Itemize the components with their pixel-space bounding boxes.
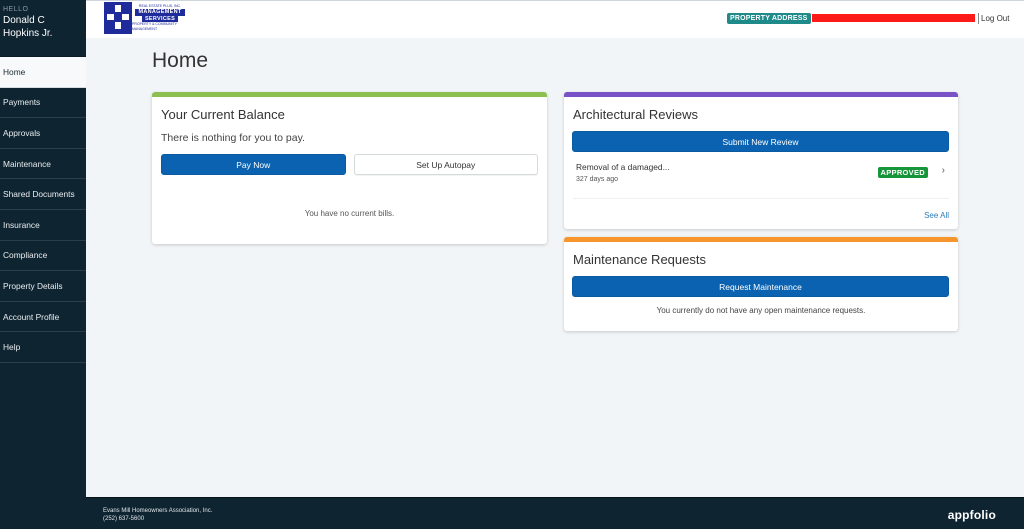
footer-phone: (252) 637-5600 [103, 516, 145, 522]
request-maintenance-button[interactable]: Request Maintenance [572, 276, 949, 297]
greeting-label: HELLO [3, 6, 29, 13]
redacted-address [812, 14, 975, 22]
sidebar-item-compliance[interactable]: Compliance [0, 241, 86, 272]
no-maintenance-text: You currently do not have any open maint… [656, 306, 866, 315]
status-badge: APPROVED [877, 167, 928, 178]
no-bills-text: You have no current bills. [304, 209, 395, 218]
user-name-last: Hopkins Jr. [3, 28, 53, 39]
review-title: Removal of a damaged... [576, 162, 670, 172]
balance-actions: Pay Now Set Up Autopay [161, 154, 538, 175]
card-title: Maintenance Requests [573, 252, 706, 267]
appfolio-logo: appfolio [947, 508, 996, 522]
sidebar-item-insurance[interactable]: Insurance [0, 210, 86, 241]
sidebar-item-help[interactable]: Help [0, 332, 86, 363]
user-greeting: HELLO Donald C Hopkins Jr. [0, 0, 86, 57]
architectural-reviews-card: Architectural Reviews Submit New Review … [564, 92, 958, 229]
logout-link[interactable]: Log Out [978, 13, 1009, 24]
sidebar-item-home[interactable]: Home [0, 57, 86, 88]
sidebar-item-property-details[interactable]: Property Details [0, 271, 86, 302]
logo-bottom-text: PROPERTY & COMMUNITY MANAGEMENT [132, 22, 177, 31]
sidebar-item-account-profile[interactable]: Account Profile [0, 302, 86, 333]
card-title: Architectural Reviews [573, 107, 698, 122]
card-title: Your Current Balance [161, 107, 285, 122]
sidebar-nav: Home Payments Approvals Maintenance Shar… [0, 57, 86, 363]
current-balance-card: Your Current Balance There is nothing fo… [152, 92, 547, 244]
sidebar: HELLO Donald C Hopkins Jr. Home Payments… [0, 0, 86, 529]
sidebar-item-payments[interactable]: Payments [0, 88, 86, 119]
property-address-badge[interactable]: PROPERTY ADDRESS [727, 13, 811, 24]
footer: Evans Mill Homeowners Association, Inc. … [86, 497, 1024, 529]
card-accent-bar [152, 92, 547, 97]
card-accent-bar [564, 92, 958, 97]
sidebar-item-shared-documents[interactable]: Shared Documents [0, 179, 86, 210]
footer-org-name: Evans Mill Homeowners Association, Inc. [103, 508, 213, 514]
logo-mark-icon [104, 2, 132, 34]
user-name-first: Donald C [3, 15, 45, 26]
sidebar-item-approvals[interactable]: Approvals [0, 118, 86, 149]
page-title: Home [152, 49, 209, 72]
chevron-right-icon[interactable]: › [942, 165, 945, 176]
maintenance-requests-card: Maintenance Requests Request Maintenance… [564, 237, 958, 331]
review-list-item[interactable]: Removal of a damaged... 327 days ago APP… [573, 162, 949, 199]
top-header: REAL ESTATE PLUS, INC. MANAGEMENT SERVIC… [86, 0, 1024, 38]
card-accent-bar [564, 237, 958, 242]
pay-now-button[interactable]: Pay Now [161, 154, 346, 175]
submit-new-review-button[interactable]: Submit New Review [572, 131, 949, 152]
see-all-link[interactable]: See All [924, 211, 949, 220]
logo-text: REAL ESTATE PLUS, INC. MANAGEMENT SERVIC… [132, 2, 188, 34]
sidebar-item-maintenance[interactable]: Maintenance [0, 149, 86, 180]
company-logo[interactable]: REAL ESTATE PLUS, INC. MANAGEMENT SERVIC… [104, 2, 188, 34]
review-age: 327 days ago [576, 176, 619, 183]
set-up-autopay-button[interactable]: Set Up Autopay [353, 154, 538, 175]
balance-message: There is nothing for you to pay. [161, 132, 305, 144]
